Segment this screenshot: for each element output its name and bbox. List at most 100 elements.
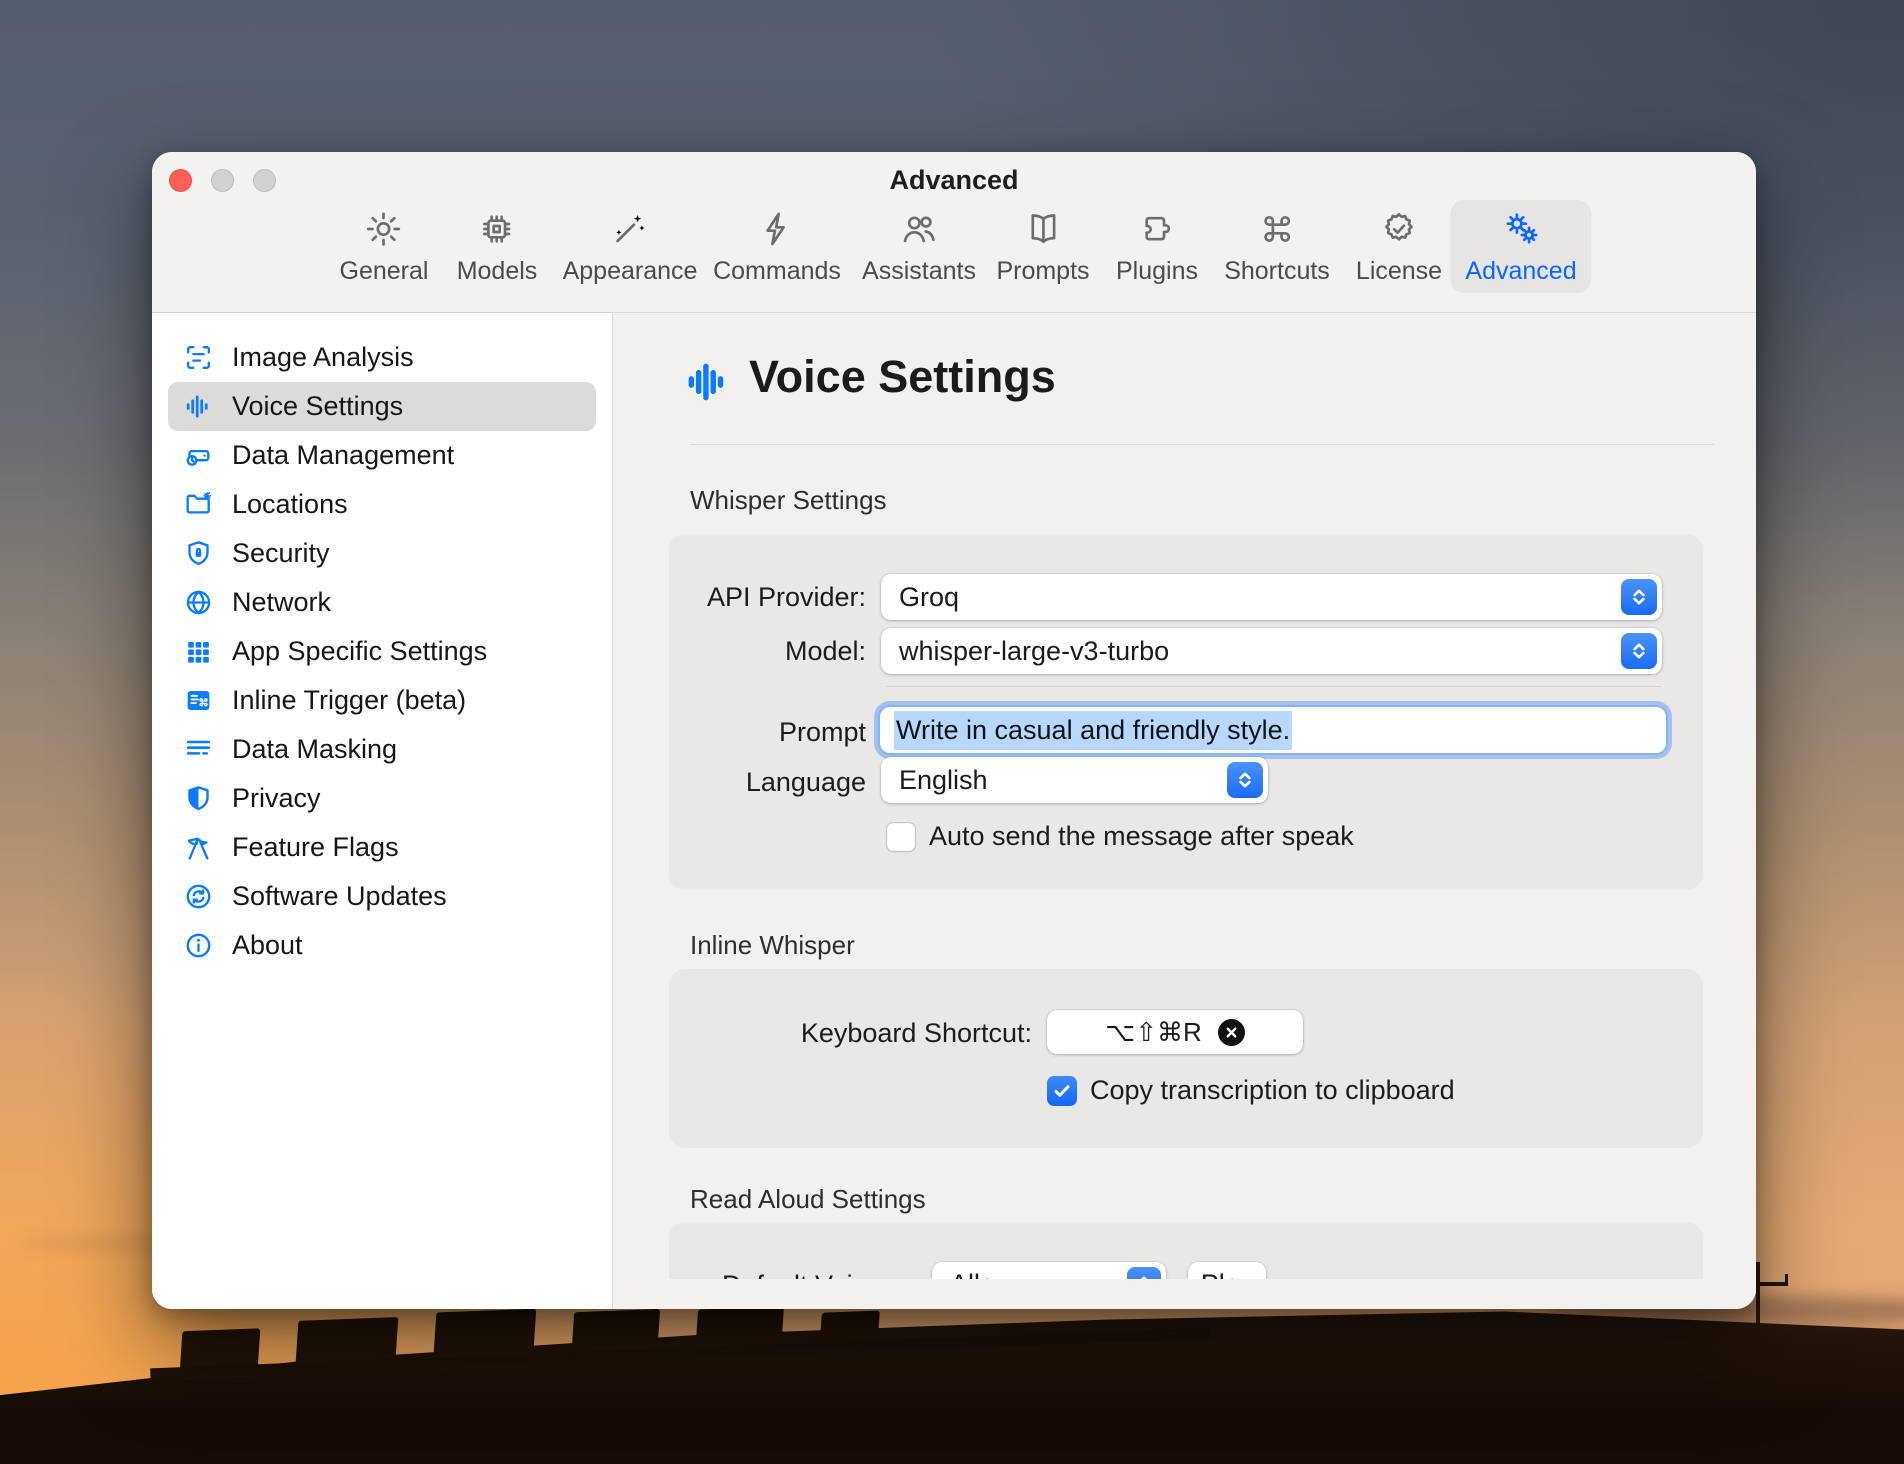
toolbar-tab-label: Models: [457, 257, 538, 286]
copy-transcription-label: Copy transcription to clipboard: [1090, 1075, 1455, 1106]
keyboard-shortcut-field[interactable]: ⌥⇧⌘R: [1047, 1010, 1303, 1054]
toolbar-tab-label: Assistants: [862, 257, 976, 286]
traffic-lights: [169, 169, 276, 192]
keyboard-shortcut-label: Keyboard Shortcut:: [669, 1018, 1032, 1049]
toolbar-tab-label: Plugins: [1116, 257, 1198, 286]
gear-icon: [364, 209, 404, 254]
sidebar-item-label: Feature Flags: [232, 832, 399, 863]
api-provider-label: API Provider:: [669, 582, 866, 613]
toolbar-tab-shortcuts[interactable]: Shortcuts: [1209, 200, 1345, 293]
sidebar-item-app-specific-settings[interactable]: App Specific Settings: [168, 627, 596, 676]
feature-flags-icon: [182, 832, 215, 863]
settings-scroll-area[interactable]: Voice Settings Whisper Settings API Prov…: [613, 313, 1756, 1309]
people-icon: [899, 209, 939, 254]
whisper-settings-group: API Provider: Groq Model: whisper-large-…: [669, 534, 1703, 890]
waveform-icon: [683, 357, 733, 412]
auto-send-label: Auto send the message after speak: [929, 821, 1354, 852]
copy-transcription-row: Copy transcription to clipboard: [1047, 1075, 1455, 1106]
minimize-button[interactable]: [211, 169, 234, 192]
prompt-selected-text: Write in casual and friendly style.: [894, 711, 1292, 750]
command-key-icon: [1257, 209, 1297, 254]
sidebar-item-about[interactable]: About: [168, 921, 596, 970]
toolbar-tab-models[interactable]: Models: [442, 200, 553, 293]
toolbar-tab-appearance[interactable]: Appearance: [548, 200, 713, 293]
auto-send-checkbox[interactable]: [886, 822, 916, 852]
sidebar-item-label: Voice Settings: [232, 391, 403, 422]
sidebar-item-data-management[interactable]: Data Management: [168, 431, 596, 480]
security-shield-icon: [182, 538, 215, 569]
settings-sidebar: Image Analysis Voice Settings Data Managem…: [152, 313, 613, 1309]
window-toolbar: Advanced General Models AppearanceCommands…: [152, 152, 1756, 313]
sidebar-item-software-updates[interactable]: Software Updates: [168, 872, 596, 921]
stepper-icon: [1227, 762, 1263, 798]
inline-trigger-icon: [182, 685, 215, 716]
software-updates-icon: [182, 881, 215, 912]
sidebar-item-voice-settings[interactable]: Voice Settings: [168, 382, 596, 431]
sidebar-item-network[interactable]: Network: [168, 578, 596, 627]
window-title: Advanced: [152, 165, 1756, 196]
language-select[interactable]: English: [881, 757, 1268, 803]
stepper-icon: [1621, 633, 1657, 669]
sidebar-item-locations[interactable]: Locations: [168, 480, 596, 529]
page-title: Voice Settings: [749, 351, 1056, 403]
zoom-button[interactable]: [253, 169, 276, 192]
stepper-icon: [1621, 579, 1657, 615]
close-button[interactable]: [169, 169, 192, 192]
toolbar-tab-advanced[interactable]: Advanced: [1450, 200, 1591, 293]
locations-folder-icon: [182, 489, 215, 520]
model-value: whisper-large-v3-turbo: [899, 636, 1169, 667]
copy-transcription-checkbox[interactable]: [1047, 1076, 1077, 1106]
waveform-icon: [182, 391, 215, 422]
sidebar-item-privacy[interactable]: Privacy: [168, 774, 596, 823]
sidebar-item-label: Locations: [232, 489, 348, 520]
toolbar-tab-plugins[interactable]: Plugins: [1101, 200, 1213, 293]
whisper-settings-label: Whisper Settings: [690, 485, 887, 516]
sidebar-item-security[interactable]: Security: [168, 529, 596, 578]
data-masking-icon: [182, 734, 215, 765]
sidebar-item-label: About: [232, 930, 303, 961]
clear-shortcut-icon[interactable]: [1218, 1019, 1245, 1046]
toolbar-tab-label: Shortcuts: [1224, 257, 1330, 286]
toolbar-tab-label: General: [340, 257, 429, 286]
toolbar-tab-prompts[interactable]: Prompts: [981, 200, 1104, 293]
prompt-label: Prompt: [669, 717, 866, 748]
network-globe-icon: [182, 587, 215, 618]
sidebar-item-inline-trigger-beta[interactable]: Inline Trigger (beta): [168, 676, 596, 725]
api-provider-select[interactable]: Groq: [881, 574, 1662, 620]
sidebar-item-label: Inline Trigger (beta): [232, 685, 466, 716]
image-analysis-icon: [182, 342, 215, 373]
read-aloud-label: Read Aloud Settings: [690, 1184, 926, 1215]
model-select[interactable]: whisper-large-v3-turbo: [881, 628, 1662, 674]
language-value: English: [899, 765, 988, 796]
app-grid-icon: [182, 636, 215, 667]
toolbar-tab-assistants[interactable]: Assistants: [847, 200, 991, 293]
lightning-icon: [757, 209, 797, 254]
sidebar-item-label: Image Analysis: [232, 342, 414, 373]
sidebar-item-feature-flags[interactable]: Feature Flags: [168, 823, 596, 872]
model-label: Model:: [669, 636, 866, 667]
sidebar-item-label: Software Updates: [232, 881, 447, 912]
sidebar-item-data-masking[interactable]: Data Masking: [168, 725, 596, 774]
sidebar-item-image-analysis[interactable]: Image Analysis: [168, 333, 596, 382]
chip-icon: [477, 209, 517, 254]
sidebar-item-label: Security: [232, 538, 330, 569]
toolbar-tab-label: License: [1356, 257, 1442, 286]
toolbar-tab-commands[interactable]: Commands: [698, 200, 856, 293]
sidebar-item-label: App Specific Settings: [232, 636, 487, 667]
privacy-shield-icon: [182, 783, 215, 814]
divider: [690, 444, 1714, 445]
toolbar-tab-general[interactable]: General: [325, 200, 444, 293]
toolbar-tab-license[interactable]: License: [1341, 200, 1457, 293]
sidebar-item-label: Data Management: [232, 440, 454, 471]
settings-window: Advanced General Models AppearanceCommands…: [152, 152, 1756, 1309]
language-label: Language: [669, 767, 866, 798]
puzzle-icon: [1137, 209, 1177, 254]
license-badge-icon: [1379, 209, 1419, 254]
antenna-tip: [1785, 1274, 1788, 1284]
inline-whisper-label: Inline Whisper: [690, 930, 855, 961]
prompt-input[interactable]: Write in casual and friendly style.: [878, 705, 1668, 755]
cloud: [20, 1238, 170, 1249]
inline-whisper-group: Keyboard Shortcut: ⌥⇧⌘R Copy transcripti…: [669, 969, 1703, 1148]
sidebar-item-label: Data Masking: [232, 734, 397, 765]
sidebar-item-label: Network: [232, 587, 331, 618]
